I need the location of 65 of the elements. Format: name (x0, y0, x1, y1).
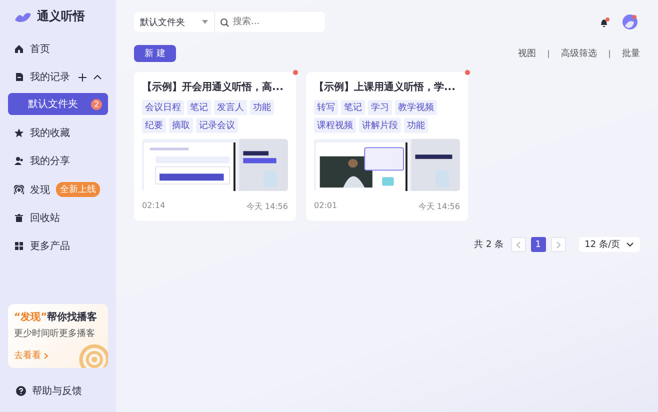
nav-item[interactable]: 更多产品 (0, 232, 116, 260)
nav-item[interactable]: 回收站 (0, 204, 116, 232)
tag[interactable]: 转写 (314, 100, 338, 115)
logo-icon (14, 10, 32, 22)
help-link[interactable]: 帮助与反馈 (32, 384, 82, 398)
promo-title: “发现”帮你找播客 (14, 310, 98, 324)
new-badge: 全新上线 (56, 182, 100, 197)
nav-item[interactable]: 发现 全新上线 (0, 175, 116, 204)
chevron-right-icon (44, 352, 48, 358)
record-card[interactable]: 【示例】上课用通义听悟，学... 转写 笔记 学习 教学视频 课程视频 讲解片段 功能 02:01 今天 14:56 (306, 72, 468, 221)
nav-item[interactable]: 我的记录 (0, 63, 116, 91)
radar-icon (78, 344, 108, 368)
tag[interactable]: 发言人 (214, 100, 247, 115)
promo-card[interactable]: “发现”帮你找播客 更少时间听更多播客 去看看 (8, 304, 108, 368)
total-count: 共 2 条 (474, 238, 504, 251)
toolbar-link[interactable]: 视图 (518, 47, 536, 60)
tag[interactable]: 记录会议 (196, 118, 238, 133)
timestamp: 今天 14:56 (418, 201, 460, 212)
trash-icon (14, 213, 24, 223)
chevron-down-icon (626, 242, 634, 247)
tag[interactable]: 会议日程 (142, 100, 184, 115)
search-field[interactable]: 搜索... (215, 12, 325, 32)
star-icon (14, 128, 24, 138)
duration: 02:01 (314, 201, 338, 212)
app-name: 通义听悟 (37, 8, 85, 25)
count-badge: 2 (91, 98, 102, 110)
collapse-icon[interactable] (93, 72, 102, 82)
duration: 02:14 (142, 201, 166, 212)
tag[interactable]: 功能 (404, 118, 428, 133)
add-icon[interactable] (78, 72, 87, 82)
page-size-select[interactable]: 12 条/页 (578, 237, 640, 252)
grid-icon (14, 241, 24, 251)
tag[interactable]: 笔记 (187, 100, 211, 115)
chevron-right-icon (556, 240, 561, 248)
avatar-icon[interactable] (622, 14, 638, 30)
tag[interactable]: 讲解片段 (359, 118, 401, 133)
document-icon (14, 72, 24, 82)
toolbar-link[interactable]: 高级筛选 (561, 47, 597, 60)
nav-item[interactable]: 我的收藏 (0, 119, 116, 147)
help-icon (16, 386, 26, 396)
record-card[interactable]: 【示例】开会用通义听悟，高... 会议日程 笔记 发言人 功能 纪要 摘取 记录会议 02:14 今天 14:56 (134, 72, 296, 221)
tag[interactable]: 纪要 (142, 118, 166, 133)
card-title: 【示例】上课用通义听悟，学... (314, 80, 456, 94)
tag[interactable]: 功能 (250, 100, 274, 115)
tag[interactable]: 摘取 (169, 118, 193, 133)
tag[interactable]: 课程视频 (314, 118, 356, 133)
toolbar-link[interactable]: 批量 (622, 47, 640, 60)
card-title: 【示例】开会用通义听悟，高... (142, 80, 284, 94)
timestamp: 今天 14:56 (246, 201, 288, 212)
nav-item[interactable]: 首页 (0, 35, 116, 63)
chevron-left-icon (516, 240, 521, 248)
nav-item[interactable]: 我的分享 (0, 147, 116, 175)
page-button[interactable]: 1 (530, 237, 546, 252)
folder-item[interactable]: 默认文件夹 2 (8, 93, 108, 115)
tag[interactable]: 笔记 (341, 100, 365, 115)
promo-subtitle: 更少时间听更多播客 (14, 328, 96, 340)
tag[interactable]: 教学视频 (395, 100, 437, 115)
new-button[interactable]: 新 建 (134, 45, 176, 62)
people-icon (14, 156, 24, 166)
bell-icon[interactable] (599, 16, 610, 28)
tag[interactable]: 学习 (368, 100, 392, 115)
folder-select[interactable]: 默认文件夹 (134, 12, 215, 32)
home-icon (14, 44, 24, 54)
radar-icon (14, 184, 24, 194)
caret-icon (202, 20, 208, 24)
